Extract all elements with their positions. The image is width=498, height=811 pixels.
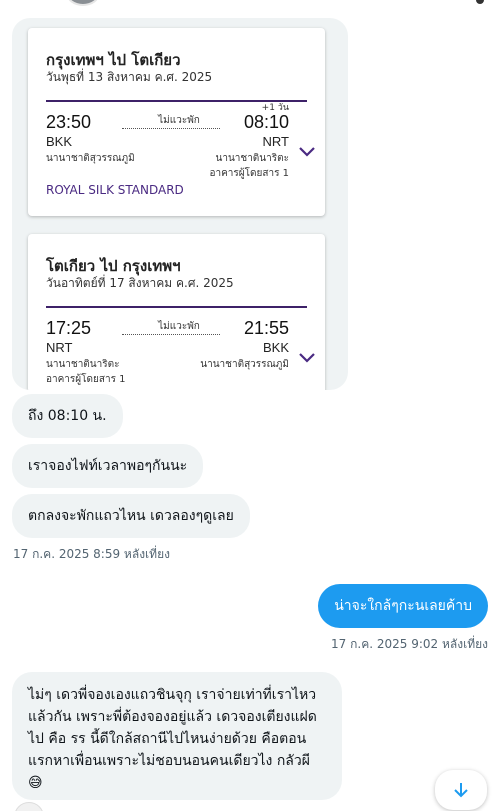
message-timestamp: 17 ก.ค. 2025 9:02 หลังเที่ยง [331,637,488,651]
flight-card-return[interactable]: โตเกียว ไป กรุงเทพฯ วันอาทิตย์ที่ 17 สิง… [28,234,325,390]
arrival-time: 08:10 [243,112,289,132]
stops-label: ไม่แวะพัก [158,115,200,126]
flight-date: วันพุธที่ 13 สิงหาคม ค.ศ. 2025 [46,70,213,84]
sender-avatar[interactable] [66,0,100,6]
departure-time: 17:25 [46,318,92,338]
chevron-down-icon[interactable] [297,350,317,364]
received-message[interactable]: ตกลงจะพักแถวไหน เดวลองๆดูเลย [12,494,250,538]
route-line [122,334,220,335]
flight-card-outbound[interactable]: กรุงเทพฯ ไป โตเกียว วันพุธที่ 13 สิงหาคม… [28,28,325,216]
arrival-airport: นานาชาติสุวรรณภูมิ [200,357,289,372]
stops-label: ไม่แวะพัก [158,321,200,332]
fare-class: ROYAL SILK STANDARD [46,183,184,197]
message-timestamp: 17 ก.ค. 2025 8:59 หลังเที่ยง [13,547,170,561]
scroll-to-bottom-button[interactable] [435,770,487,810]
departure-terminal-line: อาคารผู้โดยสาร 1 [46,374,126,385]
arrival-time: 21:55 [243,318,289,338]
departure-code: BKK [46,134,73,149]
route-line [122,128,220,129]
departure-airport-line: นานาชาติสุวรรณภูมิ [46,153,135,164]
sender-avatar[interactable] [14,802,44,811]
arrival-code: BKK [262,340,289,355]
arrival-code: NRT [262,134,289,149]
received-message[interactable]: ถึง 08:10 น. [12,394,123,438]
departure-time: 23:50 [46,112,92,132]
flight-date: วันอาทิตย์ที่ 17 สิงหาคม ค.ศ. 2025 [46,276,234,290]
arrival-airport: นานาชาตินาริตะ อาคารผู้โดยสาร 1 [209,151,289,181]
departure-code: NRT [46,340,73,355]
received-message[interactable]: เราจองไฟท์เวลาพอๆกันนะ [12,444,204,488]
arrow-down-icon [454,783,468,798]
flight-itinerary-card[interactable]: กรุงเทพฯ ไป โตเกียว วันพุธที่ 13 สิงหาคม… [12,18,348,390]
arrival-airport-line: นานาชาติสุวรรณภูมิ [200,359,289,370]
chevron-down-icon[interactable] [297,144,317,158]
departure-airport: นานาชาติสุวรรณภูมิ [46,151,135,166]
more-dot [476,0,484,4]
arrival-airport-line: นานาชาตินาริตะ [215,153,290,164]
departure-airport-line: นานาชาตินาริตะ [46,359,120,370]
divider [46,306,307,308]
received-message[interactable]: ไม่ๆ เดวพี่จองเองแถวชินจุกุ เราจ่ายเท่าท… [12,672,342,800]
arrival-terminal-line: อาคารผู้โดยสาร 1 [209,168,289,179]
sent-message[interactable]: น่าจะใกล้ๆกะนเลยค้าบ [318,584,488,628]
departure-airport: นานาชาตินาริตะ อาคารผู้โดยสาร 1 [46,357,126,387]
